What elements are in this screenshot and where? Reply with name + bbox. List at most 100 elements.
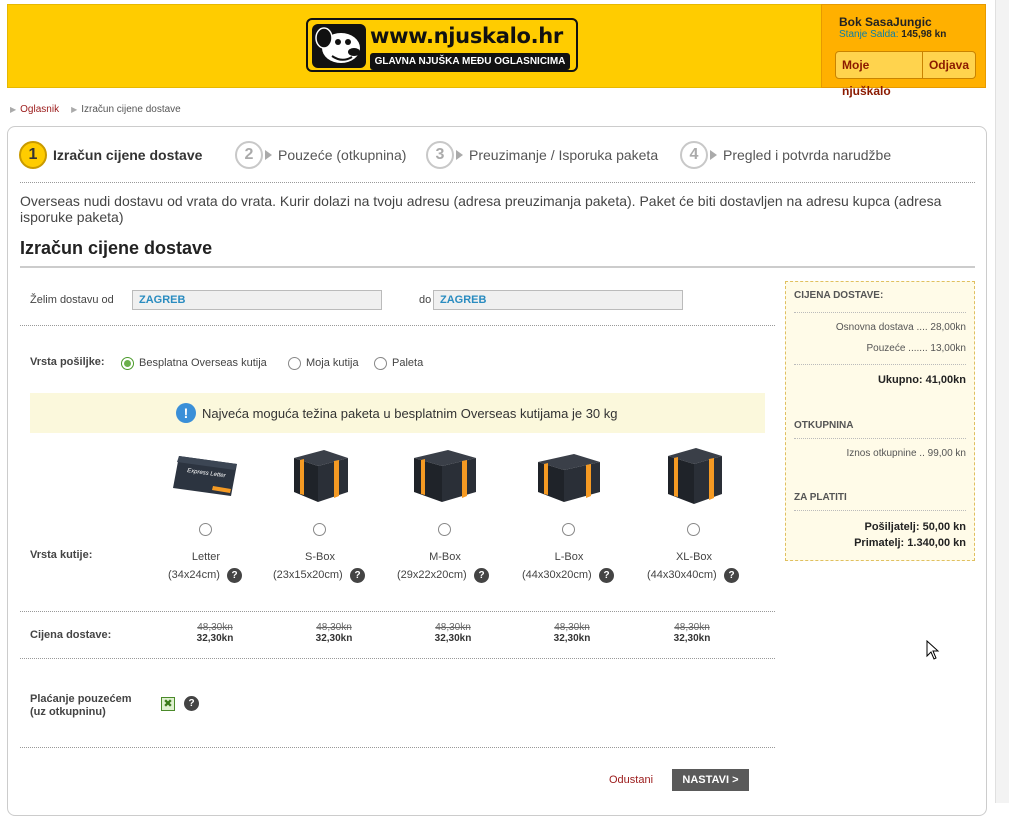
mouse-cursor-icon: [926, 640, 940, 660]
shipment-radio-pallet[interactable]: [374, 357, 387, 370]
step-label-1: Izračun cijene dostave: [53, 147, 203, 163]
from-label: Želim dostavu od: [30, 294, 114, 306]
summary-cod-title: OTKUPNINA: [794, 420, 854, 431]
to-city-field[interactable]: ZAGREB: [433, 290, 683, 310]
cod-checkbox[interactable]: ✖: [161, 697, 175, 711]
box-radio-l[interactable]: [562, 523, 575, 536]
scrollbar[interactable]: [995, 0, 1009, 803]
help-icon[interactable]: ?: [227, 568, 242, 583]
weight-notice-text: Najveća moguća težina paketa u besplatni…: [202, 406, 618, 421]
box-name-m: M-Box: [429, 551, 461, 563]
box-radio-letter[interactable]: [199, 523, 212, 536]
shipment-radio-overseas[interactable]: [121, 357, 134, 370]
box-type-label: Vrsta kutije:: [30, 549, 93, 561]
new-price: 32,30kn: [315, 633, 353, 644]
breadcrumb-current: Izračun cijene dostave: [81, 104, 181, 115]
old-price: 48,30kn: [435, 622, 471, 633]
price-m: 48,30kn 32,30kn: [423, 622, 483, 644]
saldo-label: Stanje Salda:: [839, 29, 899, 40]
l-box-icon: [538, 454, 600, 502]
box-dims-l: (44x30x20cm): [522, 569, 592, 581]
shipment-type-label: Vrsta pošiljke:: [30, 356, 105, 368]
old-price: 48,30kn: [316, 622, 352, 633]
logo-url-text: www.njuskalo.hr: [370, 24, 563, 48]
new-price: 32,30kn: [673, 633, 711, 644]
page-title: Izračun cijene dostave: [20, 238, 213, 258]
shipment-radio-own-box[interactable]: [288, 357, 301, 370]
summary-pay-title: ZA PLATITI: [794, 492, 847, 503]
summary-base-delivery: Osnovna dostava .... 28,00kn: [835, 322, 966, 333]
box-radio-xl[interactable]: [687, 523, 700, 536]
step-number-1: 1: [19, 141, 47, 169]
divider: [794, 510, 966, 511]
shipment-option-pallet[interactable]: Paleta: [392, 357, 423, 369]
step-1[interactable]: 1 Izračun cijene dostave: [19, 140, 202, 170]
summary-price-title: CIJENA DOSTAVE:: [794, 290, 884, 301]
info-icon: !: [176, 403, 196, 423]
next-button[interactable]: NASTAVI >: [672, 769, 749, 791]
breadcrumb-arrow-icon: ▶: [10, 105, 17, 114]
divider: [20, 325, 775, 326]
odjava-button[interactable]: Odjava: [921, 52, 975, 78]
box-name-l: L-Box: [554, 551, 584, 563]
shipment-option-own-box[interactable]: Moja kutija: [306, 357, 359, 369]
new-price: 32,30kn: [434, 633, 472, 644]
saldo-line: Stanje Salda: 145,98 kn: [839, 29, 946, 40]
xl-box-icon: [668, 448, 722, 504]
moje-njuskalo-button[interactable]: Moje njuškalo: [836, 52, 922, 98]
step-label-2: Pouzeće (otkupnina): [278, 147, 407, 163]
summary-cod-amount: Iznos otkupnine .. 99,00 kn: [846, 448, 966, 459]
title-underline: [20, 266, 975, 268]
summary-receiver: Primatelj: 1.340,00 kn: [854, 537, 966, 549]
step-number-4: 4: [680, 141, 708, 169]
step-3[interactable]: 3 Preuzimanje / Isporuka paketa: [426, 140, 658, 170]
cod-label-line2: (uz otkupninu): [30, 706, 106, 718]
intro-text: Overseas nudi dostavu od vrata do vrata.…: [20, 193, 942, 225]
help-icon[interactable]: ?: [599, 568, 614, 583]
price-xl: 48,30kn 32,30kn: [662, 622, 722, 644]
new-price: 32,30kn: [196, 633, 234, 644]
box-radio-s[interactable]: [313, 523, 326, 536]
price-s: 48,30kn 32,30kn: [304, 622, 364, 644]
box-name-xl: XL-Box: [675, 551, 713, 563]
help-icon[interactable]: ?: [474, 568, 489, 583]
saldo-value: 145,98 kn: [901, 29, 947, 40]
arrow-right-icon: [265, 150, 272, 160]
help-icon[interactable]: ?: [350, 568, 365, 583]
step-number-2: 2: [235, 141, 263, 169]
delivery-price-label: Cijena dostave:: [30, 629, 112, 641]
shipment-option-overseas[interactable]: Besplatna Overseas kutija: [139, 357, 267, 369]
divider: [20, 658, 775, 659]
price-summary: CIJENA DOSTAVE: Osnovna dostava .... 28,…: [785, 281, 975, 561]
step-label-4: Pregled i potvrda narudžbe: [723, 147, 892, 163]
breadcrumb-arrow-icon: ▶: [71, 105, 78, 114]
summary-total: Ukupno: 41,00kn: [877, 374, 966, 386]
from-city-field[interactable]: ZAGREB: [132, 290, 382, 310]
old-price: 48,30kn: [197, 622, 233, 633]
breadcrumb: ▶ Oglasnik ▶ Izračun cijene dostave: [10, 104, 181, 115]
to-label: do: [419, 294, 432, 306]
njuskalo-logo[interactable]: www.njuskalo.hr GLAVNA NJUŠKA MEĐU OGLAS…: [306, 18, 578, 72]
divider: [794, 438, 966, 439]
help-icon[interactable]: ?: [184, 696, 199, 711]
old-price: 48,30kn: [674, 622, 710, 633]
divider: [794, 364, 966, 365]
box-dims-letter: (34x24cm): [168, 569, 220, 581]
breadcrumb-link-oglasnik[interactable]: Oglasnik: [20, 104, 59, 115]
cancel-link[interactable]: Odustani: [609, 774, 653, 786]
price-letter: 48,30kn 32,30kn: [185, 622, 245, 644]
divider: [20, 611, 775, 612]
help-icon[interactable]: ?: [724, 568, 739, 583]
s-box-icon: [294, 450, 348, 502]
step-number-3: 3: [426, 141, 454, 169]
m-box-icon: [414, 450, 476, 502]
step-4[interactable]: 4 Pregled i potvrda narudžbe: [680, 140, 891, 170]
box-name-letter: Letter: [191, 551, 221, 563]
user-greeting: Bok SasaJungic: [839, 15, 932, 29]
summary-sender: Pošiljatelj: 50,00 kn: [864, 521, 967, 533]
box-dims-xl: (44x30x40cm): [647, 569, 717, 581]
box-radio-m[interactable]: [438, 523, 451, 536]
summary-cod-fee: Pouzeće ....... 13,00kn: [866, 343, 966, 354]
step-2[interactable]: 2 Pouzeće (otkupnina): [235, 140, 406, 170]
cod-label-line1: Plaćanje pouzećem: [30, 693, 132, 705]
